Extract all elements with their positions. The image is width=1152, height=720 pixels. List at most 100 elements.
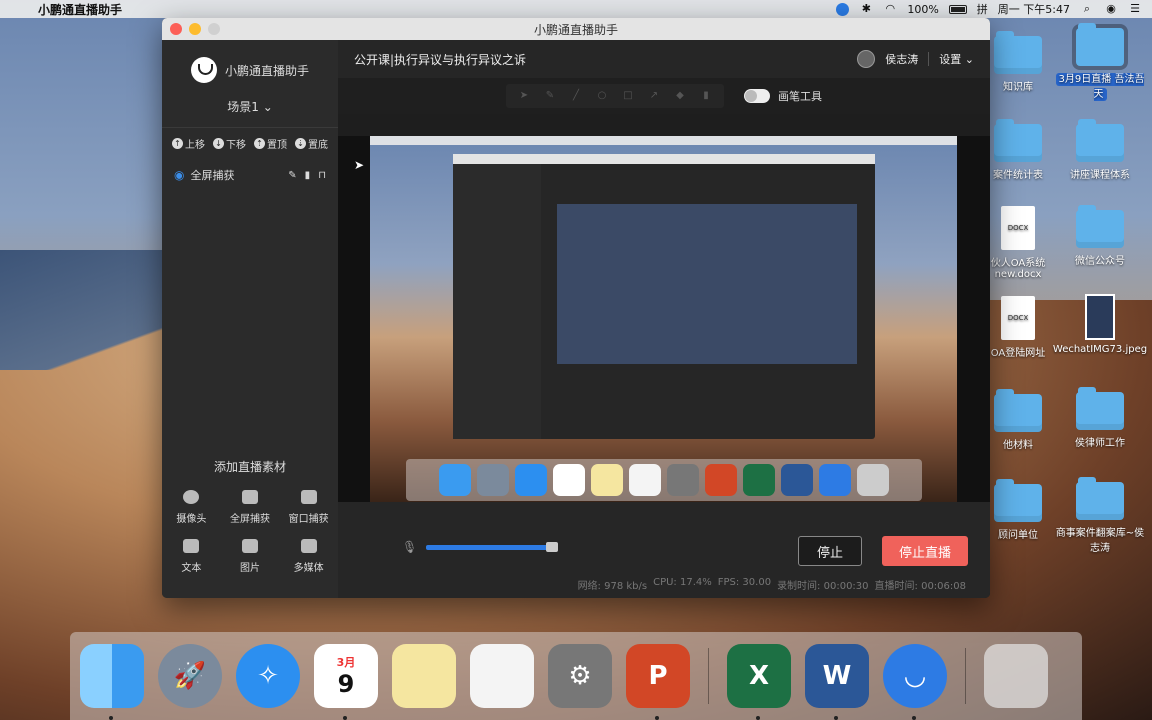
user-name[interactable]: 侯志涛 bbox=[885, 51, 918, 67]
desktop-folder[interactable]: 微信公众号 bbox=[1052, 205, 1148, 267]
stream-stats: 网络: 978 kb/s CPU: 17.4% FPS: 30.00 录制时间:… bbox=[578, 577, 966, 592]
image-thumbnail-icon bbox=[1085, 294, 1115, 340]
input-method-indicator[interactable]: 拼 bbox=[977, 1, 988, 17]
excel-icon[interactable]: X bbox=[727, 644, 791, 720]
folder-icon bbox=[1076, 205, 1124, 248]
reminders-icon[interactable] bbox=[470, 644, 534, 708]
desktop-folder[interactable]: 侯律师工作 bbox=[1052, 387, 1148, 449]
circle-icon[interactable]: ○ bbox=[596, 90, 608, 102]
menubar-app-name[interactable]: 小鹏通直播助手 bbox=[38, 1, 122, 18]
stop-recording-button[interactable]: 停止 bbox=[798, 536, 862, 566]
text-icon bbox=[183, 539, 200, 553]
safari-icon bbox=[515, 464, 547, 496]
safari-icon[interactable]: ✧ bbox=[236, 644, 300, 708]
network-stat: 网络: 978 kb/s bbox=[577, 581, 648, 592]
move-top-button[interactable]: ⇡ 置顶 bbox=[254, 136, 287, 151]
pointer-icon[interactable]: ➤ bbox=[518, 90, 530, 102]
close-window-button[interactable] bbox=[170, 23, 182, 35]
people-media-icon bbox=[300, 539, 317, 553]
calendar-icon bbox=[553, 464, 585, 496]
mouse-cursor-icon: ➤ bbox=[354, 158, 365, 172]
rectangle-icon[interactable]: □ bbox=[622, 90, 634, 102]
clear-trash-icon[interactable]: ▮ bbox=[700, 90, 712, 102]
line-icon[interactable]: ╱ bbox=[570, 90, 582, 102]
minimize-window-button[interactable] bbox=[189, 23, 201, 35]
running-indicator bbox=[834, 716, 838, 720]
avatar[interactable] bbox=[857, 50, 876, 68]
volume-slider[interactable] bbox=[426, 545, 558, 550]
add-camera-button[interactable]: 摄像头 bbox=[162, 490, 221, 525]
notes-icon[interactable] bbox=[392, 644, 456, 708]
bluetooth-icon[interactable]: ✱ bbox=[859, 3, 873, 15]
main-content: 公开课|执行异议与执行异议之诉 侯志涛 设置 ⌄ ➤ ✎ ╱ ○ □ ↗ ◆ ▮… bbox=[338, 40, 990, 598]
source-item[interactable]: ◉ 全屏捕获 ✎ ▮ ⊓ bbox=[162, 159, 338, 191]
camera-icon bbox=[183, 490, 200, 504]
image-icon bbox=[241, 539, 258, 553]
volume-slider-knob[interactable] bbox=[546, 542, 558, 552]
menubar-clock[interactable]: 周一 下午5:47 bbox=[998, 1, 1070, 17]
stop-live-button[interactable]: 停止直播 bbox=[882, 536, 968, 566]
calendar-icon[interactable]: 3月 9 bbox=[314, 644, 378, 720]
launchpad-icon[interactable]: 🚀 bbox=[158, 644, 222, 708]
word-icon[interactable]: W bbox=[805, 644, 869, 720]
header-separator bbox=[928, 52, 930, 66]
pen-tool-label: 画笔工具 bbox=[778, 90, 822, 103]
app-status-icon[interactable] bbox=[836, 2, 850, 16]
add-image-button[interactable]: 图片 bbox=[221, 539, 280, 574]
settings-menu[interactable]: 设置 ⌄ bbox=[939, 51, 974, 67]
record-time-stat: 录制时间: 00:00:30 bbox=[777, 581, 869, 592]
edit-pencil-icon[interactable]: ✎ bbox=[288, 170, 296, 181]
trash-icon[interactable] bbox=[984, 644, 1048, 708]
window-title: 小鹏通直播助手 bbox=[533, 22, 618, 37]
window-controls bbox=[170, 23, 220, 35]
move-down-button[interactable]: ↓ 下移 bbox=[213, 136, 246, 151]
eraser-icon[interactable]: ◆ bbox=[674, 90, 686, 102]
scene-selector[interactable]: 场景1 ⌄ bbox=[162, 98, 338, 115]
powerpoint-icon[interactable]: P bbox=[626, 644, 690, 720]
add-window-capture-button[interactable]: 窗口捕获 bbox=[279, 490, 338, 525]
visibility-eye-icon[interactable]: ◉ bbox=[174, 168, 184, 182]
folder-icon bbox=[1076, 23, 1124, 66]
excel-icon bbox=[743, 464, 775, 496]
move-up-button[interactable]: ↑ 上移 bbox=[172, 136, 205, 151]
move-bottom-button[interactable]: ⇣ 置底 bbox=[295, 136, 328, 151]
desktop-folder-selected[interactable]: 3月9日直播 吾法吾天 bbox=[1052, 23, 1148, 101]
unlock-icon[interactable]: ⊓ bbox=[318, 170, 326, 181]
duck-live-app-icon[interactable]: ◡ bbox=[883, 644, 947, 720]
battery-icon[interactable] bbox=[948, 4, 967, 14]
desktop-folder[interactable]: 讲座课程体系 bbox=[1052, 119, 1148, 181]
window-titlebar[interactable]: 小鹏通直播助手 bbox=[162, 18, 990, 40]
running-indicator bbox=[912, 716, 916, 720]
add-text-button[interactable]: 文本 bbox=[162, 539, 221, 574]
system-preferences-gear-icon[interactable]: ⚙ bbox=[548, 644, 612, 708]
desktop-folder[interactable]: 商事案件翻案库~侯志涛 bbox=[1052, 477, 1148, 554]
live-controls: 🎙 停止 停止直播 网络: 978 kb/s CPU: 17.4% FPS: 3… bbox=[338, 502, 990, 598]
window-capture-icon bbox=[300, 490, 317, 504]
app-window: 小鹏通直播助手 小鹏通直播助手 场景1 ⌄ ↑ 上移 ↓ 下移 ⇡ 置顶 ⇣ 置底 ◉ … bbox=[162, 18, 990, 598]
chevron-down-icon: ⌄ bbox=[961, 53, 974, 66]
docx-file-icon: DOCX bbox=[1001, 206, 1035, 250]
siri-icon[interactable]: ◉ bbox=[1104, 3, 1118, 15]
add-fullscreen-capture-button[interactable]: 全屏捕获 bbox=[221, 490, 280, 525]
notification-center-icon[interactable]: ☰ bbox=[1128, 3, 1142, 15]
folder-icon bbox=[1076, 387, 1124, 430]
word-icon bbox=[781, 464, 813, 496]
desktop-image-file[interactable]: WechatIMG73.jpeg bbox=[1052, 294, 1148, 355]
live-preview[interactable]: ➤ bbox=[338, 136, 990, 502]
arrow-icon[interactable]: ↗ bbox=[648, 90, 660, 102]
preview-menubar bbox=[370, 136, 957, 145]
pen-icon[interactable]: ✎ bbox=[544, 90, 556, 102]
wifi-icon[interactable]: ◠ bbox=[883, 3, 897, 15]
mac-dock: 🚀 ✧ 3月 9 ⚙ P X W ◡ bbox=[70, 632, 1082, 720]
finder-icon[interactable] bbox=[80, 644, 144, 720]
pen-tool-toggle[interactable] bbox=[744, 89, 770, 103]
apple-icon[interactable] bbox=[10, 2, 22, 16]
microphone-icon[interactable]: 🎙 bbox=[402, 540, 417, 554]
spotlight-search-icon[interactable]: ⌕ bbox=[1080, 3, 1094, 15]
zoom-window-button[interactable] bbox=[208, 23, 220, 35]
battery-percent: 100% bbox=[907, 2, 939, 16]
add-media-button[interactable]: 多媒体 bbox=[279, 539, 338, 574]
reminders-icon bbox=[629, 464, 661, 496]
brand-logo-icon bbox=[190, 57, 217, 83]
delete-trash-icon[interactable]: ▮ bbox=[305, 170, 311, 181]
